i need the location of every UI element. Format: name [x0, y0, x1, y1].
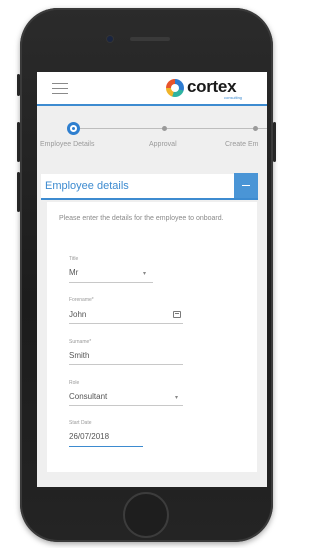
surname-underline: [69, 364, 183, 365]
step-label-create: Create Em: [225, 141, 259, 148]
chevron-down-icon: ▾: [175, 395, 179, 401]
forename-input[interactable]: John: [69, 310, 86, 319]
app-header: cortex consulting: [37, 72, 267, 106]
forename-label: Forename*: [69, 297, 94, 303]
phone-power-button: [273, 122, 276, 162]
employee-form-card: Please enter the details for the employe…: [47, 202, 257, 472]
role-underline: [69, 405, 183, 406]
start-date-input[interactable]: 26/07/2018: [69, 432, 109, 441]
start-date-underline: [69, 446, 143, 447]
step-label-approval: Approval: [149, 141, 177, 148]
form-intro-text: Please enter the details for the employe…: [59, 215, 224, 222]
step-indicator[interactable]: [162, 126, 167, 131]
cortex-logo: cortex consulting: [166, 77, 258, 100]
earpiece-speaker: [130, 37, 170, 41]
step-connector: [167, 128, 267, 129]
step-indicator[interactable]: [253, 126, 258, 131]
progress-stepper: Employee Details Approval Create Em: [37, 116, 267, 156]
home-button: [123, 492, 169, 538]
front-camera: [107, 36, 113, 42]
hamburger-menu-icon[interactable]: [52, 83, 68, 94]
logo-text: cortex: [187, 77, 237, 96]
surname-input[interactable]: Smith: [69, 351, 89, 360]
logo-subtext: consulting: [224, 95, 243, 100]
phone-screen: cortex consulting Employee Details Appro…: [37, 72, 267, 487]
section-title: Employee details: [45, 180, 129, 192]
section-header: Employee details: [41, 173, 258, 200]
role-select[interactable]: Consultant: [69, 392, 107, 401]
start-date-label: Start Date: [69, 420, 92, 426]
forename-underline: [69, 323, 183, 324]
role-label: Role: [69, 380, 80, 386]
step-indicator-active[interactable]: [67, 122, 80, 135]
title-select[interactable]: Mr: [69, 268, 78, 277]
contact-card-icon[interactable]: [173, 311, 181, 318]
chevron-down-icon: ▾: [143, 271, 147, 277]
step-connector: [80, 128, 164, 129]
cortex-logo-mark-icon: [166, 79, 184, 97]
minus-icon: [242, 185, 250, 186]
title-underline: [69, 282, 153, 283]
surname-label: Surname*: [69, 339, 92, 345]
title-label: Title: [69, 256, 79, 262]
step-label-employee-details: Employee Details: [40, 141, 95, 148]
collapse-button[interactable]: [234, 173, 258, 198]
